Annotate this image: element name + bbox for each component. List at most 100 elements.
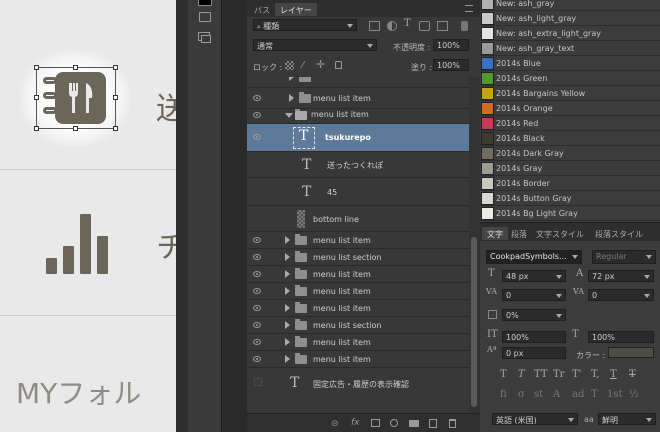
visibility-eye-icon[interactable] [253,305,261,311]
tsume-field[interactable]: 0% [502,309,566,321]
layer-row[interactable]: T 固定広告・履歴の表示確認 [247,368,469,398]
kerning-field[interactable]: 0 [502,289,566,301]
tab-layers[interactable]: レイヤー [275,3,317,16]
vertical-scale-field[interactable]: 100% [502,331,566,343]
lock-all-icon[interactable] [335,61,342,69]
visibility-eye-icon[interactable] [253,254,261,260]
tab-character-styles[interactable]: 文字スタイル [531,227,589,240]
expand-toggle-icon[interactable] [285,304,290,312]
visibility-eye-icon[interactable] [253,134,261,140]
faux-italic-button[interactable]: T [518,369,525,380]
new-layer-icon[interactable] [429,419,437,428]
leading-field[interactable]: 72 px [588,270,654,282]
language-dropdown[interactable]: 英語 (米国) [492,413,578,425]
layer-row-selected[interactable]: T tsukurepo [247,124,469,152]
stylistic-alternates-button[interactable]: ad [572,389,584,400]
small-caps-button[interactable]: Tr [553,369,564,380]
tab-paragraph-styles[interactable]: 段落スタイル [590,227,648,240]
expand-toggle-icon[interactable] [285,253,290,261]
swatch-item[interactable]: 2014s Border [480,176,660,191]
layers-scrollbar[interactable] [469,77,480,413]
filter-smartobject-icon[interactable] [437,21,448,31]
fx-icon[interactable]: fx [351,418,360,428]
swatch-item[interactable]: 2014s Bg Light Gray [480,206,660,221]
swatch-item[interactable]: New: ash_gray [480,0,660,11]
filter-pixel-icon[interactable] [369,21,380,31]
baseline-shift-field[interactable]: 0 px [502,347,566,359]
visibility-eye-icon[interactable] [253,237,261,243]
swatch-item[interactable]: New: ash_extra_light_gray [480,26,660,41]
font-size-field[interactable]: 48 px [502,270,566,282]
tab-paths[interactable]: パス [249,3,275,16]
visibility-eye-icon[interactable] [253,271,261,277]
swatch-item[interactable]: 2014s Gray [480,161,660,176]
tracking-field[interactable]: 0 [588,289,654,301]
layer-row[interactable]: menu list item [247,266,469,283]
foreground-color-swatch[interactable] [198,0,212,6]
opacity-field[interactable]: 100% [433,39,469,51]
ordinals-button[interactable]: 1st [607,389,623,400]
font-family-dropdown[interactable]: CookpadSymbols... [486,250,582,264]
text-color-swatch[interactable] [608,347,654,358]
faux-bold-button[interactable]: T [500,369,507,380]
fractions-button[interactable]: ½ [629,389,639,400]
swatch-item[interactable]: 2014s Bargains Yellow [480,86,660,101]
superscript-button[interactable]: T' [572,369,581,380]
layer-row[interactable]: T 45 [247,178,469,206]
lock-transparent-icon[interactable] [285,61,294,70]
expand-toggle-icon[interactable] [289,77,294,81]
swatch-item[interactable]: 2014s Dark Gray [480,146,660,161]
trash-icon[interactable] [449,419,456,428]
swatch-item[interactable]: New: ash_gray_text [480,41,660,56]
expand-toggle-icon[interactable] [285,321,290,329]
layer-filter-dropdown[interactable]: ⌕ 種類 [253,19,357,31]
layer-row[interactable]: bottom line [247,206,469,232]
antialias-dropdown[interactable]: 鮮明 [598,413,656,425]
layer-row[interactable]: menu list item [247,232,469,249]
swash-button[interactable]: A [553,389,560,400]
layer-row[interactable]: menu list section [247,317,469,334]
expand-toggle-icon[interactable] [285,287,290,295]
discretionary-ligatures-button[interactable]: st [534,389,543,400]
swatch-item[interactable]: 2014s Green [480,71,660,86]
filter-shape-icon[interactable] [419,21,430,31]
font-style-dropdown[interactable]: Regular [592,250,656,264]
swatch-item[interactable]: 2014s Red [480,116,660,131]
underline-button[interactable]: T [610,369,617,380]
swatch-item[interactable]: New: ash_light_gray [480,11,660,26]
titling-button[interactable]: T [591,389,598,400]
layer-row[interactable]: menu list item [247,106,469,124]
link-icon[interactable]: ⊝ [331,419,339,429]
expand-toggle-icon[interactable] [285,355,290,363]
expand-toggle-icon[interactable] [285,236,290,244]
contextual-alternates-button[interactable]: σ [518,389,525,400]
expand-toggle-icon[interactable] [289,94,294,102]
filter-text-icon[interactable]: T [404,18,411,29]
blend-mode-dropdown[interactable]: 通常 [253,39,377,51]
layer-row[interactable]: T 送ったつくれぽ [247,152,469,178]
visibility-eye-icon[interactable] [253,356,261,362]
visibility-eye-icon[interactable] [253,112,261,118]
layer-row[interactable]: menu list item [247,351,469,368]
layer-row[interactable] [247,77,469,88]
visibility-eye-icon[interactable] [253,339,261,345]
visibility-eye-icon[interactable] [253,288,261,294]
all-caps-button[interactable]: TT [534,369,548,380]
swatch-item[interactable]: 2014s Blue [480,56,660,71]
visibility-eye-icon[interactable] [253,95,261,101]
document-canvas[interactable]: 送 ヂ MYフォル [0,0,176,432]
ligature-button[interactable]: fi [500,389,507,400]
visibility-eye-icon[interactable] [253,322,261,328]
lock-position-icon[interactable]: ✛ [316,58,325,71]
swatch-item[interactable]: 2014s Black [480,131,660,146]
lock-brush-icon[interactable]: ⁄ [302,60,304,71]
expand-toggle-icon[interactable] [285,338,290,346]
folder-icon[interactable] [409,420,419,427]
mask-icon[interactable] [371,419,380,427]
swatch-item[interactable]: 2014s Orange [480,101,660,116]
visibility-empty-box[interactable] [254,378,262,386]
expand-toggle-icon[interactable] [285,270,290,278]
fill-field[interactable]: 100% [433,59,469,71]
layer-row[interactable]: menu list item [247,300,469,317]
strikethrough-button[interactable]: T [629,369,636,380]
